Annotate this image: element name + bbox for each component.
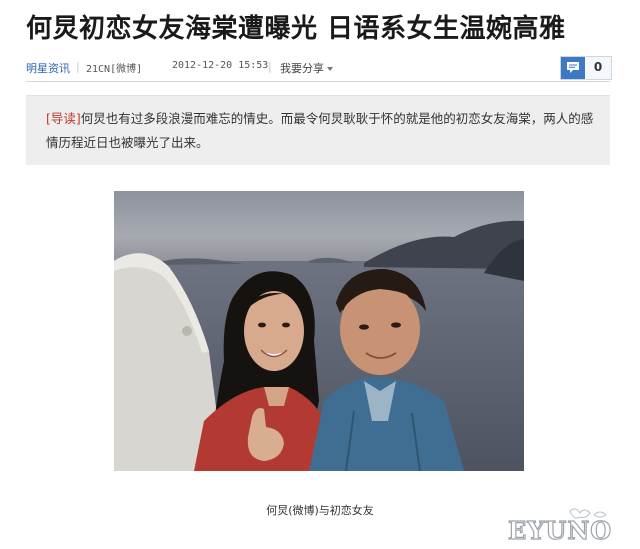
- photo-illustration: [114, 191, 524, 471]
- comment-icon: [561, 57, 585, 79]
- source-link[interactable]: 明星资讯: [26, 60, 70, 76]
- article-meta-bar: 明星资讯 | 21CN[微博] 2012-12-20 15:53 | 我要分享: [26, 57, 610, 82]
- chevron-down-icon: [327, 67, 333, 71]
- article-photo: [114, 191, 524, 471]
- meta-divider: |: [76, 60, 80, 73]
- share-label: 我要分享: [280, 62, 324, 75]
- comment-count-button[interactable]: 0: [560, 56, 612, 80]
- article-lead: [导读]何炅也有过多段浪漫而难忘的情史。而最令何炅耿耿于怀的就是他的初恋女友海棠…: [26, 95, 610, 165]
- share-dropdown[interactable]: 我要分享: [280, 60, 333, 76]
- comment-count: 0: [593, 60, 603, 74]
- watermark-logo: EYUNO: [500, 505, 630, 546]
- svg-text:EYUNO: EYUNO: [508, 516, 612, 545]
- meta-divider: |: [268, 60, 272, 73]
- origin-label: 21CN[微博]: [86, 64, 143, 75]
- publish-time: 2012-12-20 15:53: [172, 60, 269, 71]
- article-headline: 何炅初恋女友海棠遭曝光 日语系女生温婉高雅: [26, 14, 566, 44]
- lead-text: 何炅也有过多段浪漫而难忘的情史。而最令何炅耿耿于怀的就是他的初恋女友海棠，两人的…: [46, 111, 594, 150]
- lead-tag: [导读]: [46, 111, 81, 126]
